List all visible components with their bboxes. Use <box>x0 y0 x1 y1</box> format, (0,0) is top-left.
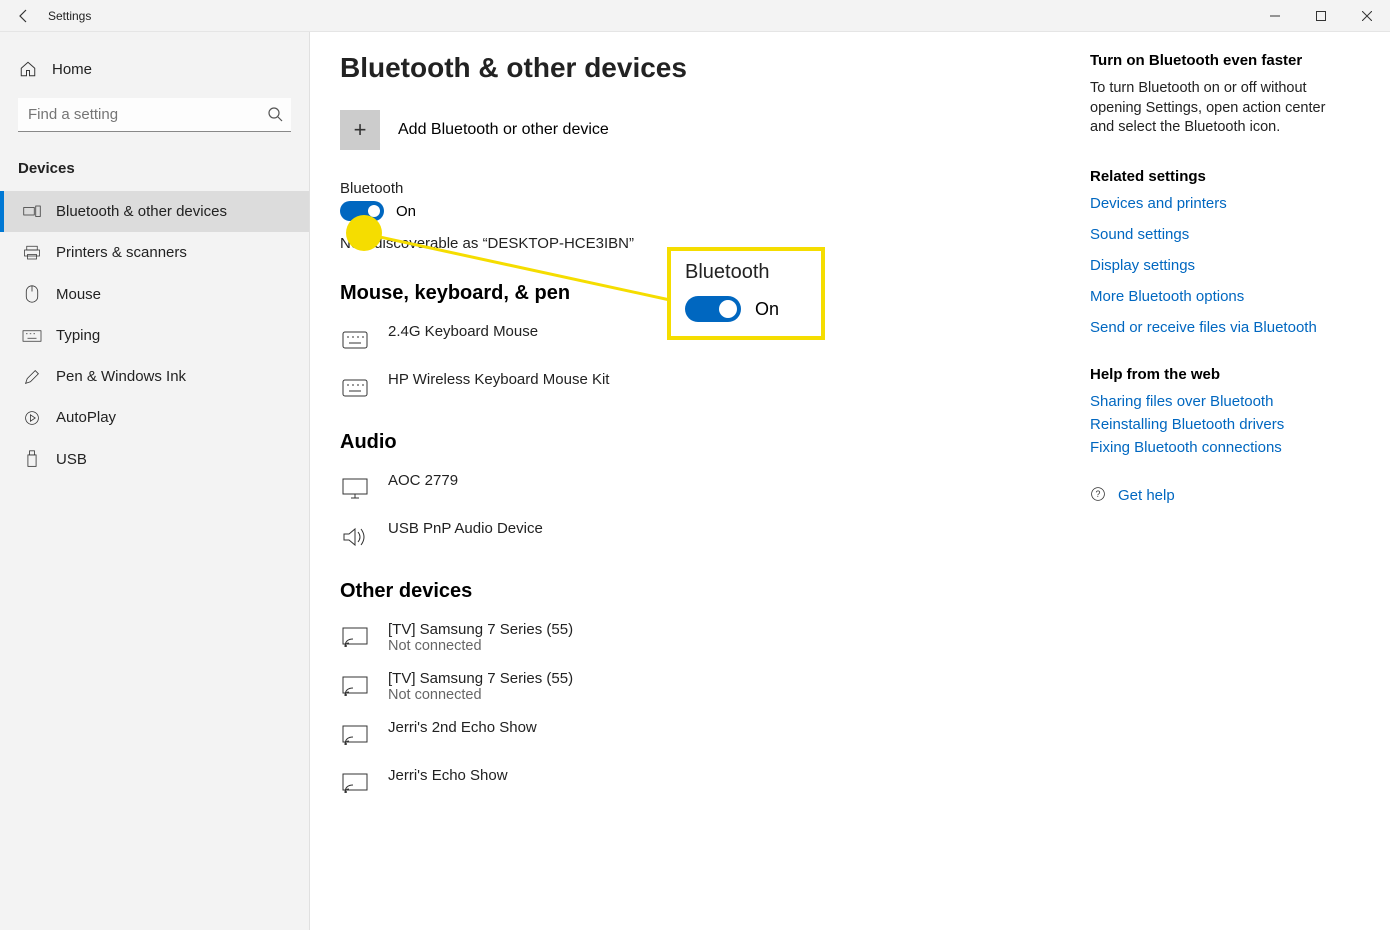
bluetooth-label: Bluetooth <box>340 180 1050 197</box>
sidebar-item-label: Printers & scanners <box>56 244 187 261</box>
sidebar-item-label: Bluetooth & other devices <box>56 203 227 220</box>
related-link[interactable]: Display settings <box>1090 257 1350 274</box>
sidebar-item-label: Typing <box>56 327 100 344</box>
right-panel: Turn on Bluetooth even faster To turn Bl… <box>1090 52 1350 910</box>
monitor-icon <box>340 474 370 504</box>
add-device-label: Add Bluetooth or other device <box>398 121 609 139</box>
device-name: 2.4G Keyboard Mouse <box>388 323 538 340</box>
add-device-button[interactable]: + Add Bluetooth or other device <box>340 110 1050 150</box>
home-icon <box>18 60 38 78</box>
device-name: AOC 2779 <box>388 472 458 489</box>
device-status: Not connected <box>388 638 573 654</box>
device-status: Not connected <box>388 687 573 703</box>
pen-icon <box>22 369 42 385</box>
close-button[interactable] <box>1344 0 1390 32</box>
related-link[interactable]: Sound settings <box>1090 226 1350 243</box>
usb-icon <box>22 450 42 468</box>
related-title: Related settings <box>1090 168 1350 185</box>
cast-icon <box>340 721 370 751</box>
device-row[interactable]: USB PnP Audio Device <box>340 512 1050 560</box>
sidebar-home[interactable]: Home <box>0 50 309 88</box>
printer-icon <box>22 245 42 261</box>
sidebar-item-label: Pen & Windows Ink <box>56 368 186 385</box>
help-link[interactable]: Reinstalling Bluetooth drivers <box>1090 416 1350 433</box>
mouse-icon <box>22 285 42 303</box>
maximize-button[interactable] <box>1298 0 1344 32</box>
sidebar-item-usb[interactable]: USB <box>0 438 309 480</box>
help-title: Help from the web <box>1090 366 1350 383</box>
titlebar: Settings <box>0 0 1390 32</box>
sidebar-item-printers[interactable]: Printers & scanners <box>0 232 309 273</box>
device-row[interactable]: [TV] Samsung 7 Series (55) Not connected <box>340 613 1050 662</box>
sidebar-home-label: Home <box>52 61 92 78</box>
speaker-icon <box>340 522 370 552</box>
bluetooth-state: On <box>396 203 416 220</box>
help-link[interactable]: Fixing Bluetooth connections <box>1090 439 1350 456</box>
sidebar-item-label: USB <box>56 451 87 468</box>
callout-label: Bluetooth <box>685 261 807 284</box>
keyboard-icon <box>22 330 42 342</box>
search-icon <box>267 106 283 127</box>
related-link[interactable]: Send or receive files via Bluetooth <box>1090 319 1350 336</box>
cast-icon <box>340 623 370 653</box>
group-title: Audio <box>340 431 1050 454</box>
device-name: [TV] Samsung 7 Series (55) <box>388 670 573 687</box>
annotation-highlight-dot <box>346 215 382 251</box>
sidebar-category: Devices <box>0 150 309 187</box>
device-row[interactable]: Jerri's 2nd Echo Show <box>340 711 1050 759</box>
callout-state: On <box>755 299 779 320</box>
faster-title: Turn on Bluetooth even faster <box>1090 52 1350 69</box>
devices-icon <box>22 205 42 219</box>
minimize-button[interactable] <box>1252 0 1298 32</box>
search-input[interactable] <box>18 98 291 132</box>
window-title: Settings <box>48 9 91 23</box>
device-row[interactable]: HP Wireless Keyboard Mouse Kit <box>340 363 1050 411</box>
sidebar-item-autoplay[interactable]: AutoPlay <box>0 397 309 438</box>
annotation-callout: Bluetooth On <box>667 247 825 340</box>
device-name: Jerri's 2nd Echo Show <box>388 719 537 736</box>
page-title: Bluetooth & other devices <box>340 52 1050 84</box>
get-help-label: Get help <box>1118 487 1175 504</box>
device-name: [TV] Samsung 7 Series (55) <box>388 621 573 638</box>
main-area: Bluetooth & other devices + Add Bluetoot… <box>310 32 1390 930</box>
faster-text: To turn Bluetooth on or off without open… <box>1090 79 1350 138</box>
device-name: HP Wireless Keyboard Mouse Kit <box>388 371 609 388</box>
device-row[interactable]: [TV] Samsung 7 Series (55) Not connected <box>340 662 1050 711</box>
callout-toggle <box>685 296 741 322</box>
sidebar-item-pen[interactable]: Pen & Windows Ink <box>0 356 309 397</box>
help-link[interactable]: Sharing files over Bluetooth <box>1090 393 1350 410</box>
sidebar: Home Devices Bluetooth & other devices <box>0 32 310 930</box>
related-link[interactable]: Devices and printers <box>1090 195 1350 212</box>
keyboard-icon <box>340 373 370 403</box>
sidebar-item-label: Mouse <box>56 286 101 303</box>
help-icon: ? <box>1090 486 1106 506</box>
keyboard-icon <box>340 325 370 355</box>
sidebar-item-bluetooth[interactable]: Bluetooth & other devices <box>0 191 309 232</box>
back-button[interactable] <box>0 0 48 32</box>
get-help-link[interactable]: ? Get help <box>1090 486 1350 506</box>
cast-icon <box>340 769 370 799</box>
autoplay-icon <box>22 410 42 426</box>
svg-text:?: ? <box>1096 489 1101 499</box>
device-name: USB PnP Audio Device <box>388 520 543 537</box>
related-link[interactable]: More Bluetooth options <box>1090 288 1350 305</box>
device-row[interactable]: Jerri's Echo Show <box>340 759 1050 807</box>
plus-icon: + <box>340 110 380 150</box>
search-box <box>18 98 291 132</box>
cast-icon <box>340 672 370 702</box>
device-row[interactable]: AOC 2779 <box>340 464 1050 512</box>
sidebar-item-label: AutoPlay <box>56 409 116 426</box>
sidebar-item-typing[interactable]: Typing <box>0 315 309 356</box>
device-name: Jerri's Echo Show <box>388 767 508 784</box>
group-title: Other devices <box>340 580 1050 603</box>
sidebar-item-mouse[interactable]: Mouse <box>0 273 309 315</box>
